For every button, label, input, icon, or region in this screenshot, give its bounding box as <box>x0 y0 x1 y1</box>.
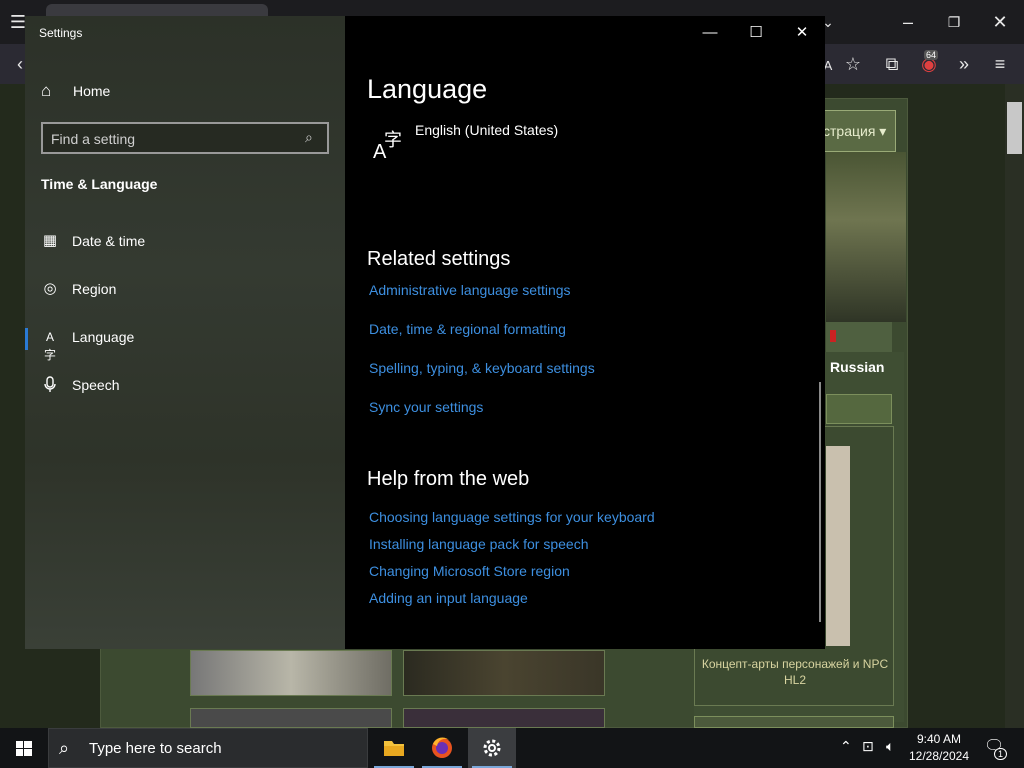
folder-icon <box>384 741 404 756</box>
settings-window: Settings ⌂ Home ⌕ Time & Language ▦ Date… <box>25 16 825 649</box>
volume-muted-icon[interactable]: 🔈︎ <box>886 738 894 755</box>
sidebar-item-speech[interactable]: Speech <box>25 368 345 404</box>
search-icon: ⌕ <box>59 738 70 758</box>
taskbar-firefox[interactable] <box>418 728 466 768</box>
minimize-button[interactable]: — <box>687 20 733 46</box>
language-tab-label: Russian <box>830 359 885 375</box>
link-language-pack-speech[interactable]: Installing language pack for speech <box>369 536 588 552</box>
sidebar-item-region[interactable]: ◎ Region <box>25 272 345 308</box>
chevron-up-icon[interactable]: ⌃ <box>840 738 852 755</box>
language-tab[interactable]: Russian <box>826 322 892 375</box>
current-language[interactable]: English (United States) <box>415 122 558 138</box>
system-clock[interactable]: 9:40 AM 12/28/2024 <box>905 731 973 765</box>
thumbnail[interactable] <box>403 708 605 728</box>
sidebar-item-label: Language <box>72 329 135 345</box>
extensions-icon[interactable]: ⧉ <box>882 54 902 74</box>
link-sync-settings[interactable]: Sync your settings <box>369 399 483 415</box>
settings-sidebar: Settings ⌂ Home ⌕ Time & Language ▦ Date… <box>25 16 345 649</box>
related-settings-heading: Related settings <box>367 248 511 270</box>
sidebar-item-label: Region <box>72 281 117 297</box>
taskbar-search[interactable]: ⌕ Type here to search <box>48 728 368 768</box>
link-keyboard-language[interactable]: Choosing language settings for your keyb… <box>369 509 655 525</box>
taskbar-file-explorer[interactable] <box>370 728 418 768</box>
taskbar-settings[interactable] <box>468 728 516 768</box>
active-indicator <box>25 328 28 350</box>
calendar-clock-icon: ▦ <box>42 232 58 249</box>
minimize-icon: — <box>702 24 718 41</box>
search-input[interactable] <box>51 130 291 148</box>
restore-icon[interactable]: ❐ <box>944 12 964 32</box>
concept-art-image <box>826 446 850 646</box>
overflow-icon[interactable]: » <box>954 54 974 74</box>
hero-image <box>826 152 906 322</box>
panel-bar <box>826 394 892 424</box>
card-caption[interactable]: Концепт-арты персонажей и NPC HL2 <box>700 656 890 688</box>
notification-badge: 1 <box>994 748 1008 760</box>
clock-date: 12/28/2024 <box>908 749 970 763</box>
sidebar-item-label: Speech <box>72 377 120 393</box>
next-card[interactable] <box>694 716 894 728</box>
link-microsoft-store-region[interactable]: Changing Microsoft Store region <box>369 563 570 579</box>
help-web-heading: Help from the web <box>367 468 530 490</box>
window-title: Settings <box>39 26 83 40</box>
link-administrative-language[interactable]: Administrative language settings <box>369 282 571 298</box>
close-button[interactable]: ✕ <box>779 20 825 46</box>
page-scrollbar[interactable] <box>1005 84 1024 728</box>
start-button[interactable] <box>0 728 48 768</box>
bookmark-star-icon[interactable]: ☆ <box>843 54 863 74</box>
settings-content: — ☐ ✕ Language A 字 English (United State… <box>345 16 825 649</box>
home-nav-item[interactable]: ⌂ Home <box>25 76 345 106</box>
close-icon[interactable]: ✕ <box>990 12 1010 32</box>
taskbar-search-text: Type here to search <box>89 740 222 757</box>
network-icon[interactable]: ⊡ <box>862 738 874 755</box>
link-add-input-language[interactable]: Adding an input language <box>369 590 528 606</box>
windows-logo-icon <box>16 741 32 756</box>
sidebar-item-language[interactable]: A字 Language <box>25 320 345 362</box>
home-label: Home <box>73 83 111 99</box>
maximize-icon: ☐ <box>749 24 763 41</box>
link-date-time-formatting[interactable]: Date, time & regional formatting <box>369 321 566 337</box>
search-icon[interactable]: ⌕ <box>305 129 313 146</box>
language-icon: A 字 <box>373 130 402 160</box>
clock-time: 9:40 AM <box>916 732 962 746</box>
close-icon: ✕ <box>795 24 809 41</box>
taskbar: ⌕ Type here to search ⌃ ⊡ 🔈︎ 9:40 AM 12/… <box>0 728 1024 768</box>
thumbnail[interactable] <box>190 708 392 728</box>
notification-count-badge: 64 <box>924 50 939 60</box>
page-title: Language <box>367 74 488 104</box>
svg-text:字: 字 <box>384 130 402 151</box>
thumbnail[interactable] <box>190 650 392 696</box>
minimize-icon[interactable]: – <box>898 12 918 32</box>
gear-icon <box>483 739 501 757</box>
home-icon: ⌂ <box>41 81 52 100</box>
menu-icon[interactable]: ≡ <box>990 54 1010 74</box>
firefox-icon <box>432 737 452 758</box>
maximize-button[interactable]: ☐ <box>733 20 779 46</box>
find-setting-box[interactable]: ⌕ <box>41 122 329 154</box>
microphone-icon <box>41 376 59 394</box>
flag-icon <box>830 330 836 342</box>
thumbnail[interactable] <box>403 650 605 696</box>
sidebar-item-date-time[interactable]: ▦ Date & time <box>25 224 345 260</box>
link-spelling-typing-keyboard[interactable]: Spelling, typing, & keyboard settings <box>369 360 595 376</box>
content-scrollbar[interactable] <box>819 382 821 622</box>
sidebar-item-label: Date & time <box>72 233 146 249</box>
register-button[interactable]: страция ▾ <box>816 110 896 152</box>
section-title: Time & Language <box>41 176 158 192</box>
language-icon: A字 <box>43 330 56 362</box>
page-scrollbar-thumb[interactable] <box>1007 102 1022 154</box>
globe-icon: ◎ <box>43 280 57 297</box>
